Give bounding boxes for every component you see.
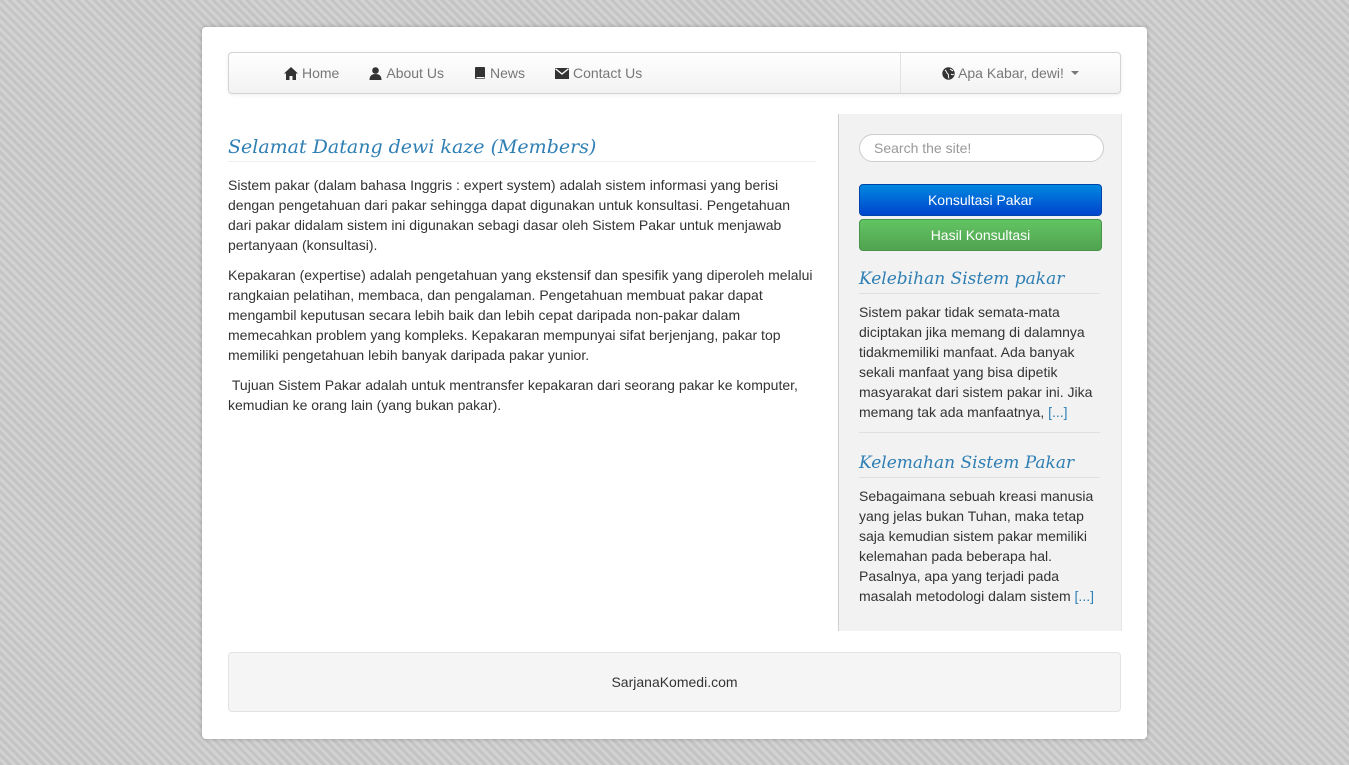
footer: SarjanaKomedi.com	[228, 652, 1121, 712]
user-menu-dropdown[interactable]: Apa Kabar, dewi!	[900, 53, 1120, 93]
sidebar-article-excerpt: Sebagaimana sebuah kreasi manusia yang j…	[859, 486, 1100, 606]
user-icon	[369, 66, 382, 80]
sidebar-article-excerpt: Sistem pakar tidak semata-mata diciptaka…	[859, 302, 1100, 422]
home-icon	[284, 66, 298, 80]
nav-item-about[interactable]: About Us	[354, 53, 459, 93]
page-title: Selamat Datang dewi kaze (Members)	[228, 134, 816, 162]
search-input[interactable]	[859, 134, 1104, 162]
nav-item-contact[interactable]: Contact Us	[540, 53, 657, 93]
user-menu-label: Apa Kabar, dewi!	[958, 65, 1064, 81]
divider	[859, 432, 1100, 433]
paragraph: Sistem pakar (dalam bahasa Inggris : exp…	[228, 177, 791, 253]
konsultasi-pakar-button[interactable]: Konsultasi Pakar	[859, 184, 1102, 216]
nav-item-label: Home	[302, 65, 340, 81]
sidebar-article: Kelebihan Sistem pakar Sistem pakar tida…	[859, 267, 1100, 433]
sidebar: Konsultasi Pakar Hasil Konsultasi Kelebi…	[838, 114, 1122, 631]
sidebar-article-title[interactable]: Kelemahan Sistem Pakar	[859, 451, 1100, 478]
nav-item-news[interactable]: News	[459, 53, 540, 93]
page-container: Home About Us News Contact Us Apa Kabar,…	[202, 27, 1147, 739]
read-more-link[interactable]: [...]	[1048, 404, 1067, 420]
paragraph: Tujuan Sistem Pakar adalah untuk mentran…	[228, 377, 802, 413]
nav-item-label: About Us	[386, 65, 444, 81]
read-more-link[interactable]: [...]	[1075, 588, 1094, 604]
envelope-icon	[554, 67, 569, 79]
sidebar-article-title[interactable]: Kelebihan Sistem pakar	[859, 267, 1100, 294]
sidebar-article: Kelemahan Sistem Pakar Sebagaimana sebua…	[859, 451, 1100, 606]
caret-down-icon	[1070, 71, 1079, 75]
excerpt-text: Sistem pakar tidak semata-mata diciptaka…	[859, 304, 1093, 420]
main-content: Selamat Datang dewi kaze (Members) Siste…	[228, 134, 816, 415]
hasil-konsultasi-button[interactable]: Hasil Konsultasi	[859, 219, 1102, 251]
paragraph: Kepakaran (expertise) adalah pengetahuan…	[228, 267, 813, 363]
book-icon	[474, 66, 486, 80]
nav-links: Home About Us News Contact Us	[269, 53, 657, 93]
globe-icon	[942, 66, 955, 80]
excerpt-text: Sebagaimana sebuah kreasi manusia yang j…	[859, 488, 1094, 604]
nav-item-label: News	[489, 65, 525, 81]
top-navbar: Home About Us News Contact Us Apa Kabar,…	[228, 52, 1121, 94]
nav-item-home[interactable]: Home	[269, 53, 354, 93]
footer-text: SarjanaKomedi.com	[611, 674, 738, 690]
nav-item-label: Contact Us	[572, 65, 643, 81]
